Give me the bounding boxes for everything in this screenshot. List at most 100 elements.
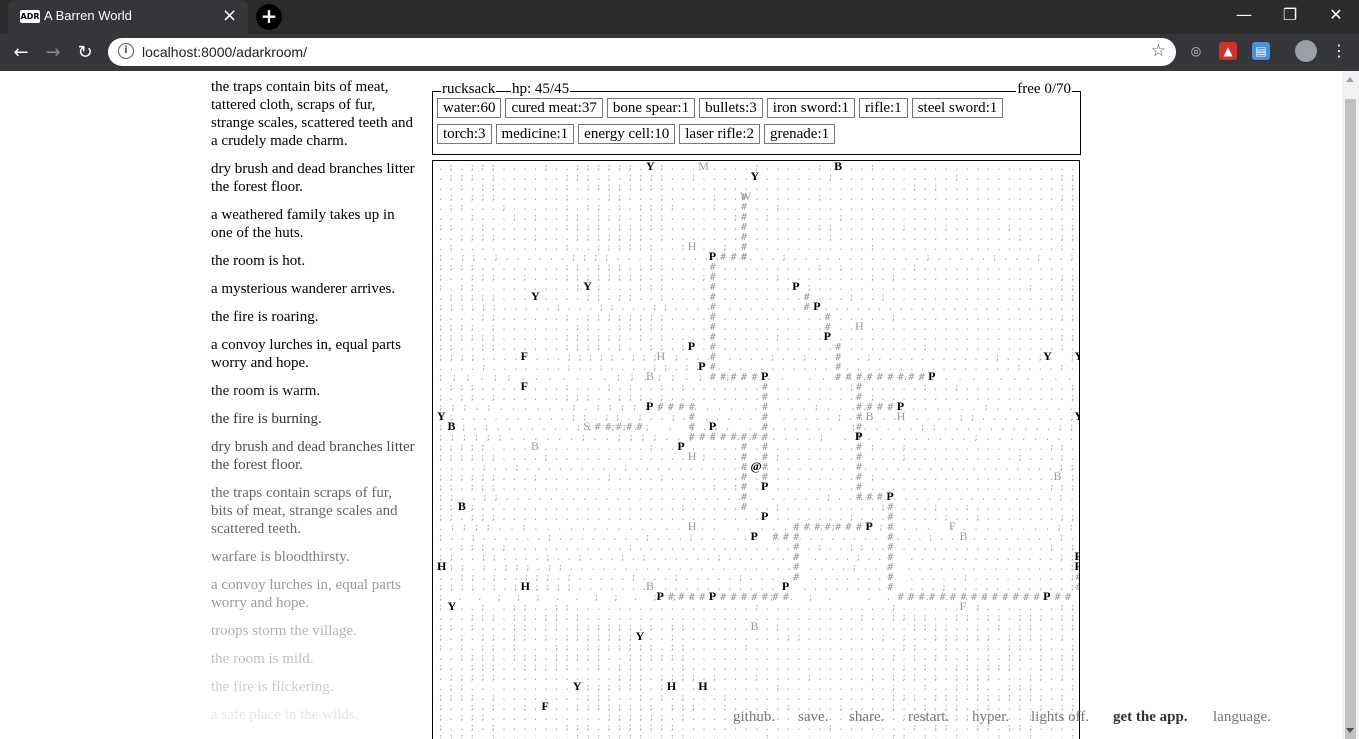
tab-title: A Barren World <box>44 8 132 23</box>
supply-list: water:60 cured meat:37 bone spear:1 bullets… <box>437 98 1077 150</box>
map-landmark: F <box>960 599 967 613</box>
supply-item: water:60 <box>437 98 502 118</box>
map-landmark: Y <box>646 161 655 173</box>
scroll-down-icon[interactable] <box>1346 728 1354 733</box>
road-tile: # <box>877 492 883 503</box>
supply-item: cured meat:37 <box>505 98 603 118</box>
road-tile: # <box>856 492 862 503</box>
road-tile: # <box>1034 592 1040 603</box>
close-window-icon[interactable]: ✕ <box>1313 0 1359 30</box>
new-tab-icon[interactable]: + <box>256 4 282 30</box>
terrain-row: ;;;;........;;.;;;.;;;.... .........;.;.… <box>438 263 1080 273</box>
road-tile: # <box>835 522 841 533</box>
supply-item: rifle:1 <box>859 98 908 118</box>
map-landmark: P <box>855 429 862 443</box>
road-tile: # <box>835 372 841 383</box>
terrain-row: ;;;;;;...;......;....;....... . ........… <box>438 473 1080 483</box>
map-landmark: B <box>960 529 968 543</box>
scroll-up-icon[interactable] <box>1346 77 1354 82</box>
road-tile: # <box>595 422 601 433</box>
road-tile: # <box>741 502 747 513</box>
terrain-row: ;...;;......;.;;;;;;;;.... .......... ..… <box>438 313 1080 323</box>
terrain-row: ..;;;;.;;;.;;;;;..;;;;;;................… <box>438 653 1080 663</box>
menu-link-language[interactable]: language. <box>1213 708 1271 726</box>
supply-item: iron sword:1 <box>766 98 856 118</box>
road-tile: # <box>783 532 789 543</box>
page-scrollbar[interactable] <box>1342 71 1359 739</box>
road-tile: # <box>678 402 684 413</box>
road-tile: # <box>668 402 674 413</box>
menu-link-restart[interactable]: restart. <box>908 708 949 726</box>
terrain-row: .;..........;..;;;;;;..; ..;. ..........… <box>438 243 1080 253</box>
road-tile: # <box>1013 592 1019 603</box>
menu-link-lights-off[interactable]: lights off. <box>1031 708 1089 726</box>
map-landmark: Y <box>1074 409 1080 423</box>
notification: the fire is roaring. <box>211 309 319 325</box>
restore-icon[interactable]: ❐ <box>1267 0 1313 30</box>
road-tile: # <box>752 372 758 383</box>
road-tile: # <box>877 402 883 413</box>
map-landmark: Y <box>751 169 760 183</box>
menu-link-save[interactable]: save. <box>798 708 828 726</box>
map-landmark: F <box>521 349 528 363</box>
doc-icon[interactable]: ▤ <box>1252 42 1270 60</box>
reload-icon[interactable]: ↻ <box>72 40 98 66</box>
terrain-row: .;;;.... ...;...;.;..;.;....... .......;… <box>438 383 1080 393</box>
road-tile: # <box>919 592 925 603</box>
road-tile: # <box>772 592 778 603</box>
forward-icon[interactable]: → <box>40 40 66 66</box>
map-landmark: P <box>1043 589 1050 603</box>
notification: the fire is flickering. <box>211 679 334 695</box>
map-landmark: P <box>761 369 768 383</box>
map-landmark: P <box>688 339 695 353</box>
terrain-row: ;;..;;....................... .....;....… <box>438 493 1080 503</box>
close-tab-icon[interactable]: × <box>222 6 237 26</box>
map-landmark: W <box>740 189 752 203</box>
menu-link-get-the-app[interactable]: get the app. <box>1113 708 1188 726</box>
map-landmark: H <box>855 319 864 333</box>
address-bar[interactable]: i localhost:8000/adarkroom/ ☆ <box>108 38 1176 66</box>
star-icon[interactable]: ☆ <box>1151 41 1166 61</box>
road-tile: # <box>772 532 778 543</box>
notifications-log: the traps contain bits of meat, tattered… <box>211 78 416 728</box>
map-landmark: P <box>1074 559 1080 573</box>
menu-link-share[interactable]: share. <box>849 708 884 726</box>
menu-link-github[interactable]: github. <box>733 708 775 726</box>
terrain-row: ..;.;;......;.;;;;;;;;..................… <box>438 183 1080 193</box>
road-tile: # <box>699 592 705 603</box>
menu-link-hyper[interactable]: hyper. <box>972 708 1009 726</box>
map-landmark: H <box>688 519 697 533</box>
world-map: .;.;;;....;..;;;;;;. ;... ....;.....;. .… <box>432 160 1080 739</box>
road-tile: # <box>637 422 643 433</box>
info-icon[interactable]: i <box>118 43 134 59</box>
road-tile: # <box>929 592 935 603</box>
notification: the traps contain scraps of fur, bits of… <box>211 485 398 537</box>
back-icon[interactable]: ← <box>8 40 34 66</box>
road-tile: # <box>720 592 726 603</box>
terrain-row: .;;;;;...........;;;.;;;;.;...;....;....… <box>438 673 1080 683</box>
map-landmark: F <box>521 379 528 393</box>
extension-icon[interactable]: ▲ <box>1219 42 1237 60</box>
terrain-row: ;;;;;;.....;...;;...;;.... ........ ....… <box>438 303 1080 313</box>
notification: the traps contain bits of meat, tattered… <box>211 79 413 149</box>
profile-icon[interactable] <box>1295 40 1317 62</box>
supply-item: bone spear:1 <box>606 98 696 118</box>
menu-icon[interactable]: ⋮ <box>1330 42 1348 60</box>
road-tile: # <box>626 422 632 433</box>
terrain-row: .;;;;..;................ ........; . ;..… <box>438 523 1080 533</box>
terrain-row: ;;..........;;.;;.;..;. ...... .....;.. … <box>438 413 1080 423</box>
minimize-icon[interactable]: — <box>1221 0 1267 30</box>
globe-icon[interactable]: ◎ <box>1187 42 1205 60</box>
map-landmark: Y <box>1043 349 1052 363</box>
terrain-row: ; ;.;.......;; ;;.; . ..;. ........ ;...… <box>438 423 1080 433</box>
map-landmark: P <box>709 589 716 603</box>
scrollbar-thumb[interactable] <box>1345 99 1356 739</box>
terrain-row: ;;;;.;.......;;;;;;;.;;;.......;........… <box>438 733 1080 739</box>
notification: dry brush and dead branches litter the f… <box>211 439 415 473</box>
road-tile: # <box>741 372 747 383</box>
map-landmark: P <box>928 369 935 383</box>
terrain-row: ...;...;.;..;;.;;;.;;;......; .;......;.… <box>438 213 1080 223</box>
active-tab[interactable]: ADR A Barren World × <box>8 0 248 34</box>
terrain-row: ;..;......;........;...;...... . .......… <box>438 533 1080 543</box>
url-text[interactable]: localhost:8000/adarkroom/ <box>142 44 307 60</box>
